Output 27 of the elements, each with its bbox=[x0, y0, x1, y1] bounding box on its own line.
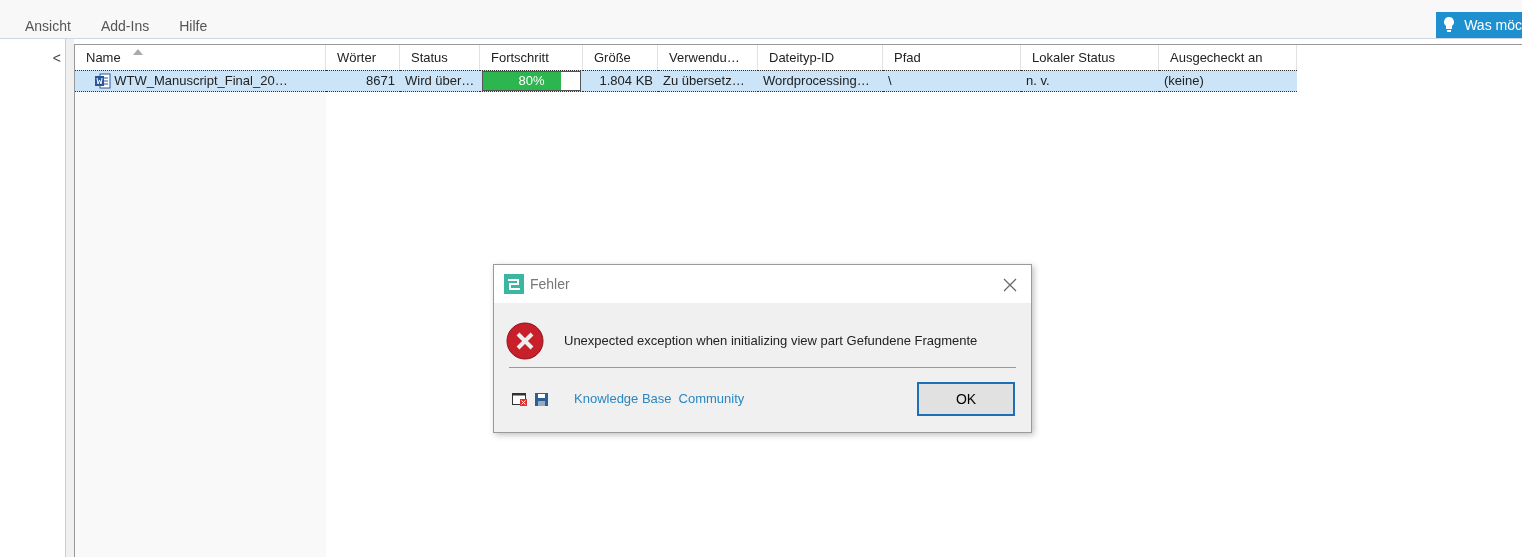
ok-button[interactable]: OK bbox=[917, 382, 1015, 416]
table-cell: (keine) bbox=[1164, 73, 1204, 89]
column-header[interactable]: Name bbox=[75, 45, 326, 70]
menu-item[interactable]: Hilfe bbox=[179, 19, 208, 33]
save-icon[interactable] bbox=[535, 392, 548, 406]
window-close-icon[interactable] bbox=[512, 392, 528, 406]
word-document-icon bbox=[95, 73, 111, 89]
help-link[interactable]: Knowledge Base bbox=[574, 389, 672, 409]
menu-item[interactable]: Add-Ins bbox=[100, 19, 150, 33]
progress-bar: 80% bbox=[482, 71, 581, 91]
tell-me-button[interactable]: Was möc bbox=[1436, 12, 1522, 38]
table-cell: Wird über… bbox=[405, 73, 475, 89]
error-message: Unexpected exception when initializing view part Gefundene Fragmente bbox=[564, 332, 978, 351]
error-icon bbox=[506, 322, 544, 360]
dialog-title: Fehler bbox=[530, 274, 570, 294]
help-link[interactable]: Community bbox=[678, 389, 745, 409]
table-cell: \ bbox=[888, 73, 892, 89]
sort-arrow-icon bbox=[133, 49, 143, 55]
lightbulb-icon bbox=[1444, 17, 1455, 33]
table-cell: Zu übersetz… bbox=[663, 73, 745, 89]
app-icon bbox=[504, 274, 524, 294]
menu-item[interactable]: Ansicht bbox=[25, 19, 71, 33]
table-cell: 8671 bbox=[366, 73, 395, 89]
collapse-button[interactable]: < bbox=[50, 51, 63, 65]
table-cell: 1.804 KB bbox=[599, 73, 653, 89]
table-cell: n. v. bbox=[1026, 73, 1050, 89]
table-cell: Wordprocessing… bbox=[763, 73, 870, 89]
